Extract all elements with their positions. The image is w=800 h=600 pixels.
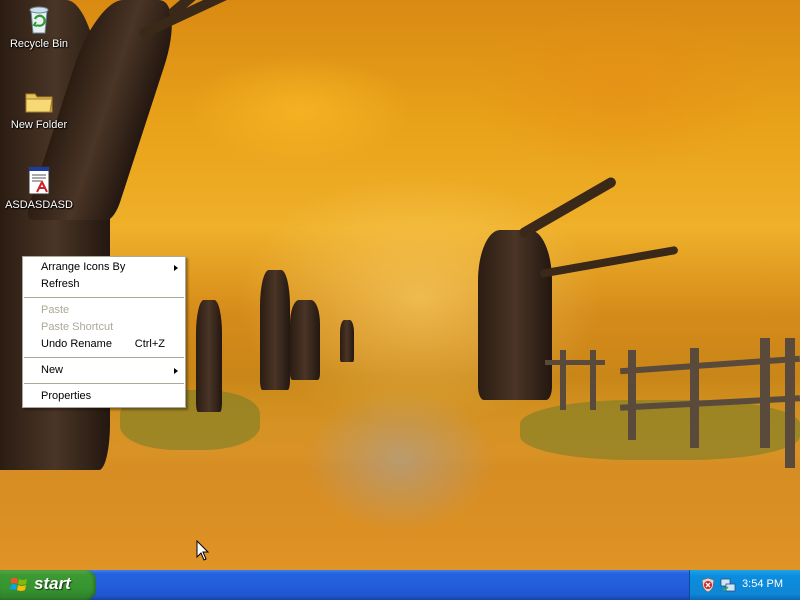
desktop-icon-label: ASDASDASD — [5, 199, 73, 211]
mouse-cursor-icon — [196, 539, 212, 562]
wallpaper-trunk — [260, 270, 290, 390]
menu-separator — [24, 297, 184, 298]
menu-item-label: New — [41, 364, 64, 376]
wallpaper-fence — [760, 338, 770, 448]
menu-item-paste-shortcut[interactable]: Paste Shortcut — [23, 319, 185, 336]
system-tray: 3:54 PM — [689, 570, 800, 600]
wallpaper-fence — [785, 338, 795, 468]
menu-item-label: Arrange Icons By — [41, 261, 126, 273]
menu-item-label: Paste — [41, 304, 70, 316]
menu-item-label: Undo Rename — [41, 338, 112, 350]
wallpaper-fence — [690, 348, 699, 448]
menu-item-arrange-icons-by[interactable]: Arrange Icons By — [23, 259, 185, 276]
menu-item-label: Refresh — [41, 278, 80, 290]
wallpaper-branch — [517, 175, 618, 240]
wallpaper-fence — [560, 350, 566, 410]
menu-item-properties[interactable]: Properties — [23, 388, 185, 405]
start-label: start — [34, 574, 71, 593]
taskbar-clock[interactable]: 3:54 PM — [742, 578, 783, 590]
folder-icon — [23, 85, 55, 117]
menu-item-shortcut: Ctrl+Z — [134, 338, 165, 350]
wallpaper-fence — [545, 360, 605, 365]
recycle-bin-icon — [23, 4, 55, 36]
wallpaper-trunk — [290, 300, 320, 380]
menu-separator — [24, 357, 184, 358]
security-alert-icon[interactable] — [700, 577, 716, 593]
wallpaper-branch — [539, 245, 679, 278]
desktop-context-menu: Arrange Icons By Refresh Paste Paste Sho… — [22, 256, 186, 408]
taskbar: start 3:54 PM — [0, 570, 800, 600]
desktop-icon-label: Recycle Bin — [9, 38, 69, 50]
desktop-icon-recycle-bin[interactable]: Recycle Bin — [0, 4, 78, 50]
menu-item-new[interactable]: New — [23, 362, 185, 379]
network-icon[interactable] — [720, 577, 736, 593]
menu-item-refresh[interactable]: Refresh — [23, 276, 185, 293]
wallpaper-fence — [620, 355, 800, 375]
submenu-arrow-icon — [174, 265, 178, 271]
menu-item-label: Properties — [41, 390, 92, 402]
wallpaper-trunk — [340, 320, 354, 362]
menu-item-paste[interactable]: Paste — [23, 302, 185, 319]
wallpaper-trunk — [478, 230, 552, 400]
document-icon — [23, 165, 55, 197]
wallpaper-trunk — [196, 300, 222, 412]
windows-logo-icon — [10, 577, 28, 593]
menu-item-undo-rename[interactable]: Undo Rename Ctrl+Z — [23, 336, 185, 353]
start-button[interactable]: start — [0, 570, 96, 600]
submenu-arrow-icon — [174, 368, 178, 374]
wallpaper-fence — [628, 350, 636, 440]
menu-separator — [24, 383, 184, 384]
menu-item-label: Paste Shortcut — [41, 321, 114, 333]
desktop-icon-asdasdasd[interactable]: ASDASDASD — [0, 165, 78, 211]
desktop-icon-label: New Folder — [10, 119, 68, 131]
wallpaper-fence — [590, 350, 596, 410]
desktop-icon-new-folder[interactable]: New Folder — [0, 85, 78, 131]
